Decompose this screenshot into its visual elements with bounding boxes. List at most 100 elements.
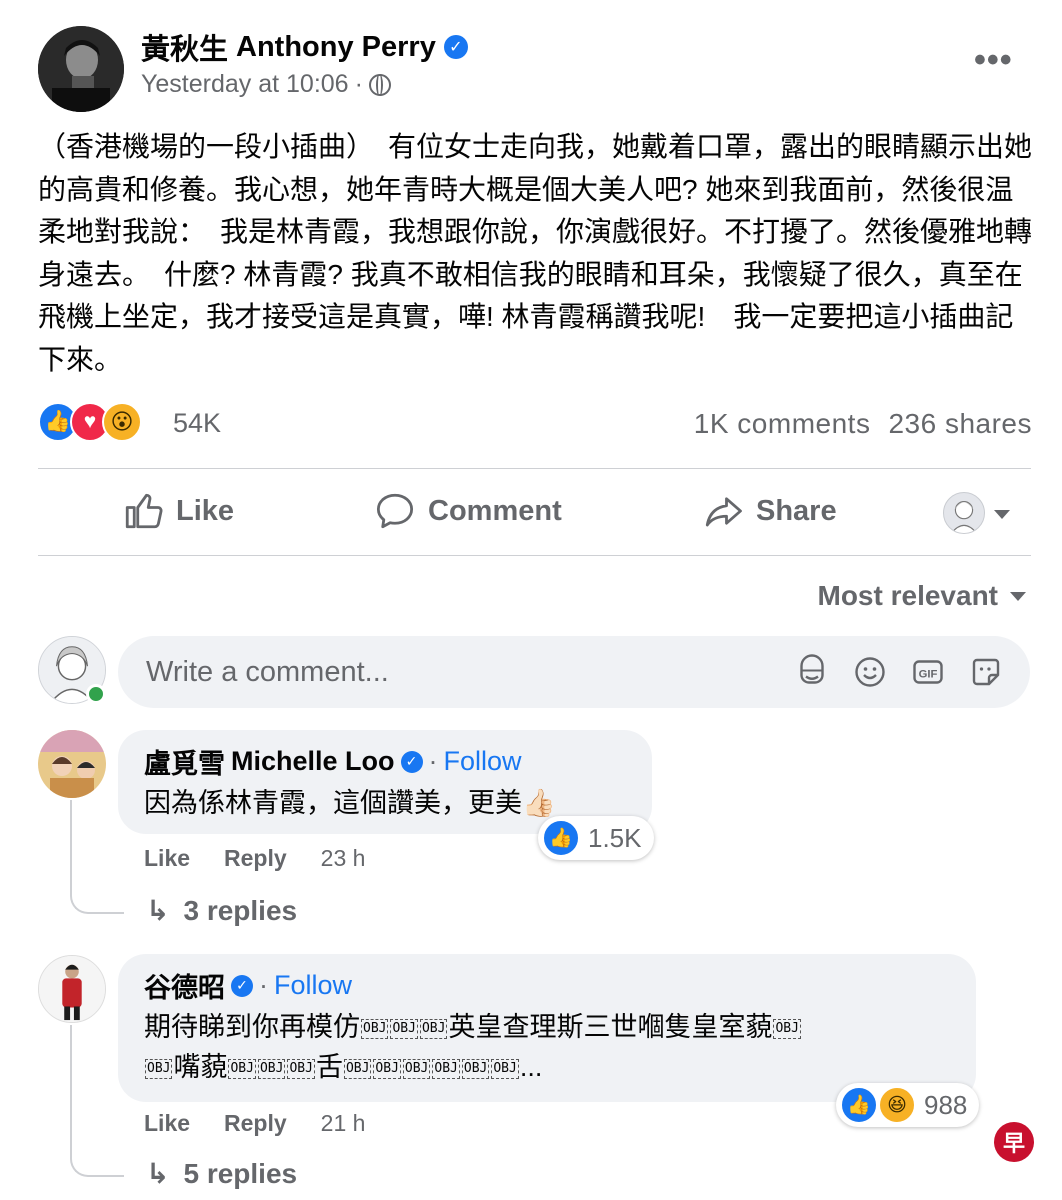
comment-like-button[interactable]: Like <box>144 845 190 872</box>
share-button[interactable]: Share <box>702 490 837 532</box>
comment-bubble: 谷德昭 ✓ · Follow 期待睇到你再模仿 OBJ OBJ OBJ 英皇查理斯三世嗰… <box>118 954 976 1102</box>
composer-tools: GIF <box>794 654 1004 690</box>
comments-count[interactable]: 1K comments <box>694 408 871 440</box>
replies-count: 3 replies <box>183 894 298 926</box>
object-placeholder-icon: OBJ <box>773 1018 801 1039</box>
comment-input[interactable] <box>144 654 768 690</box>
comment-text: 期待睇到你再模仿 OBJ OBJ OBJ 英皇查理斯三世嗰隻皇室藐 OBJ OBJ 嘴藐 OBJ… <box>144 1007 952 1087</box>
comment-like-button[interactable]: Like <box>144 1110 190 1137</box>
follow-button[interactable]: Follow <box>444 746 522 777</box>
comment-button[interactable]: Comment <box>374 490 562 532</box>
comment-text-part: 期待睇到你再模仿 <box>144 1012 360 1042</box>
post-author[interactable]: 黃秋生 Anthony Perry ✓ <box>141 26 468 68</box>
commenter-name-cn[interactable]: 谷德昭 <box>144 966 225 1005</box>
meta-separator: · <box>354 70 363 98</box>
commenter-name[interactable]: 盧覓雪 Michelle Loo ✓ · Follow <box>144 742 628 781</box>
gif-icon[interactable]: GIF <box>910 654 946 690</box>
avatar-sticker-icon[interactable] <box>794 654 830 690</box>
commenter-name-cn[interactable]: 盧覓雪 <box>144 742 225 781</box>
comment-reply-button[interactable]: Reply <box>224 845 287 872</box>
post-meta: Yesterday at 10:06 · <box>141 70 391 99</box>
name-separator: · <box>428 746 438 776</box>
object-placeholder-icon: OBJ <box>257 1058 286 1079</box>
comment-reaction-summary[interactable]: 👍 😆 988 <box>836 1083 980 1127</box>
comment-text-part: 嘴藐 <box>173 1052 228 1082</box>
post-timestamp[interactable]: Yesterday at 10:06 <box>141 70 349 99</box>
wow-icon: 😮 <box>102 402 142 442</box>
chevron-down-icon <box>1010 591 1026 601</box>
author-avatar[interactable] <box>38 26 124 112</box>
like-button[interactable]: Like <box>122 490 234 532</box>
audience-avatar[interactable] <box>943 492 985 534</box>
comment-reply-button[interactable]: Reply <box>224 1110 287 1137</box>
haha-icon: 😆 <box>878 1086 916 1124</box>
share-label: Share <box>756 494 837 527</box>
commenter-name-en[interactable]: Michelle Loo <box>231 746 395 777</box>
view-replies-button[interactable]: ↳ 5 replies <box>146 1157 297 1190</box>
globe-icon <box>368 73 391 96</box>
like-label: Like <box>176 494 235 527</box>
verified-badge-icon: ✓ <box>443 35 468 59</box>
comment-composer[interactable]: GIF <box>118 636 1030 708</box>
object-placeholder-icon: OBJ <box>390 1018 418 1039</box>
audience-dropdown-icon[interactable] <box>994 510 1010 519</box>
emoji-icon[interactable] <box>852 654 888 690</box>
comment-reaction-count: 988 <box>924 1089 968 1120</box>
reaction-count[interactable]: 54K <box>173 408 221 439</box>
comment-label: Comment <box>428 494 562 527</box>
object-placeholder-icon: OBJ <box>491 1058 519 1079</box>
thread-line <box>70 1025 124 1177</box>
engagement-counts: 1K comments 236 shares <box>694 408 1032 440</box>
comment-text-part: ... <box>519 1052 543 1082</box>
verified-badge-icon: ✓ <box>231 974 253 997</box>
commenter-name[interactable]: 谷德昭 ✓ · Follow <box>144 966 952 1005</box>
comment-actions: Like Reply 23 h <box>144 845 365 872</box>
comment-text-part: 舌 <box>315 1052 343 1082</box>
object-placeholder-icon: OBJ <box>461 1058 490 1079</box>
reply-arrow-icon: ↳ <box>146 1158 170 1189</box>
name-separator: · <box>259 970 268 1000</box>
object-placeholder-icon: OBJ <box>361 1018 389 1039</box>
object-placeholder-icon: OBJ <box>287 1058 315 1079</box>
object-placeholder-icon: OBJ <box>145 1058 173 1079</box>
commenter-avatar[interactable] <box>38 730 106 798</box>
sticker-icon[interactable] <box>968 654 1004 690</box>
comment-text-part: 英皇查理斯三世嗰隻皇室藐 <box>448 1012 773 1042</box>
shares-count[interactable]: 236 shares <box>888 408 1032 440</box>
like-icon: 👍 <box>840 1086 878 1124</box>
like-icon: 👍 <box>542 819 580 857</box>
post-text: （香港機場的一段小插曲） 有位女士走向我，她戴着口罩，露出的眼睛顯示出她的高貴和… <box>38 131 1033 375</box>
replies-count: 5 replies <box>183 1157 298 1189</box>
reply-arrow-icon: ↳ <box>146 895 170 926</box>
object-placeholder-icon: OBJ <box>373 1058 401 1079</box>
comment-time[interactable]: 21 h <box>321 1110 366 1137</box>
author-name-cn[interactable]: 黃秋生 <box>141 26 228 68</box>
comment-icon <box>376 493 414 529</box>
object-placeholder-icon: OBJ <box>228 1058 256 1079</box>
follow-button[interactable]: Follow <box>274 970 352 1001</box>
watermark-logo: 早 <box>994 1122 1034 1162</box>
comment-time[interactable]: 23 h <box>321 845 366 872</box>
svg-text:GIF: GIF <box>919 668 938 680</box>
share-icon <box>705 497 742 527</box>
author-name-en[interactable]: Anthony Perry <box>236 31 436 64</box>
comment-reaction-summary[interactable]: 👍 1.5K <box>538 816 654 860</box>
commenter-avatar[interactable] <box>38 955 106 1023</box>
comment-actions: Like Reply 21 h <box>144 1110 365 1137</box>
comment-sort-dropdown[interactable]: Most relevant <box>817 580 1026 612</box>
object-placeholder-icon: OBJ <box>432 1058 460 1079</box>
reaction-icons[interactable]: 👍 ♥ 😮 <box>38 402 142 442</box>
sort-label: Most relevant <box>817 580 999 611</box>
online-status-icon <box>86 684 106 704</box>
object-placeholder-icon: OBJ <box>402 1058 431 1079</box>
more-options-icon[interactable]: ••• <box>974 43 1013 77</box>
comment-reaction-count: 1.5K <box>588 822 642 853</box>
object-placeholder-icon: OBJ <box>419 1018 448 1039</box>
view-replies-button[interactable]: ↳ 3 replies <box>146 894 297 927</box>
thread-line <box>70 800 124 914</box>
thumbs-up-icon <box>125 493 163 529</box>
divider <box>38 468 1031 469</box>
divider <box>38 555 1031 556</box>
verified-badge-icon: ✓ <box>400 750 423 773</box>
object-placeholder-icon: OBJ <box>343 1058 372 1079</box>
